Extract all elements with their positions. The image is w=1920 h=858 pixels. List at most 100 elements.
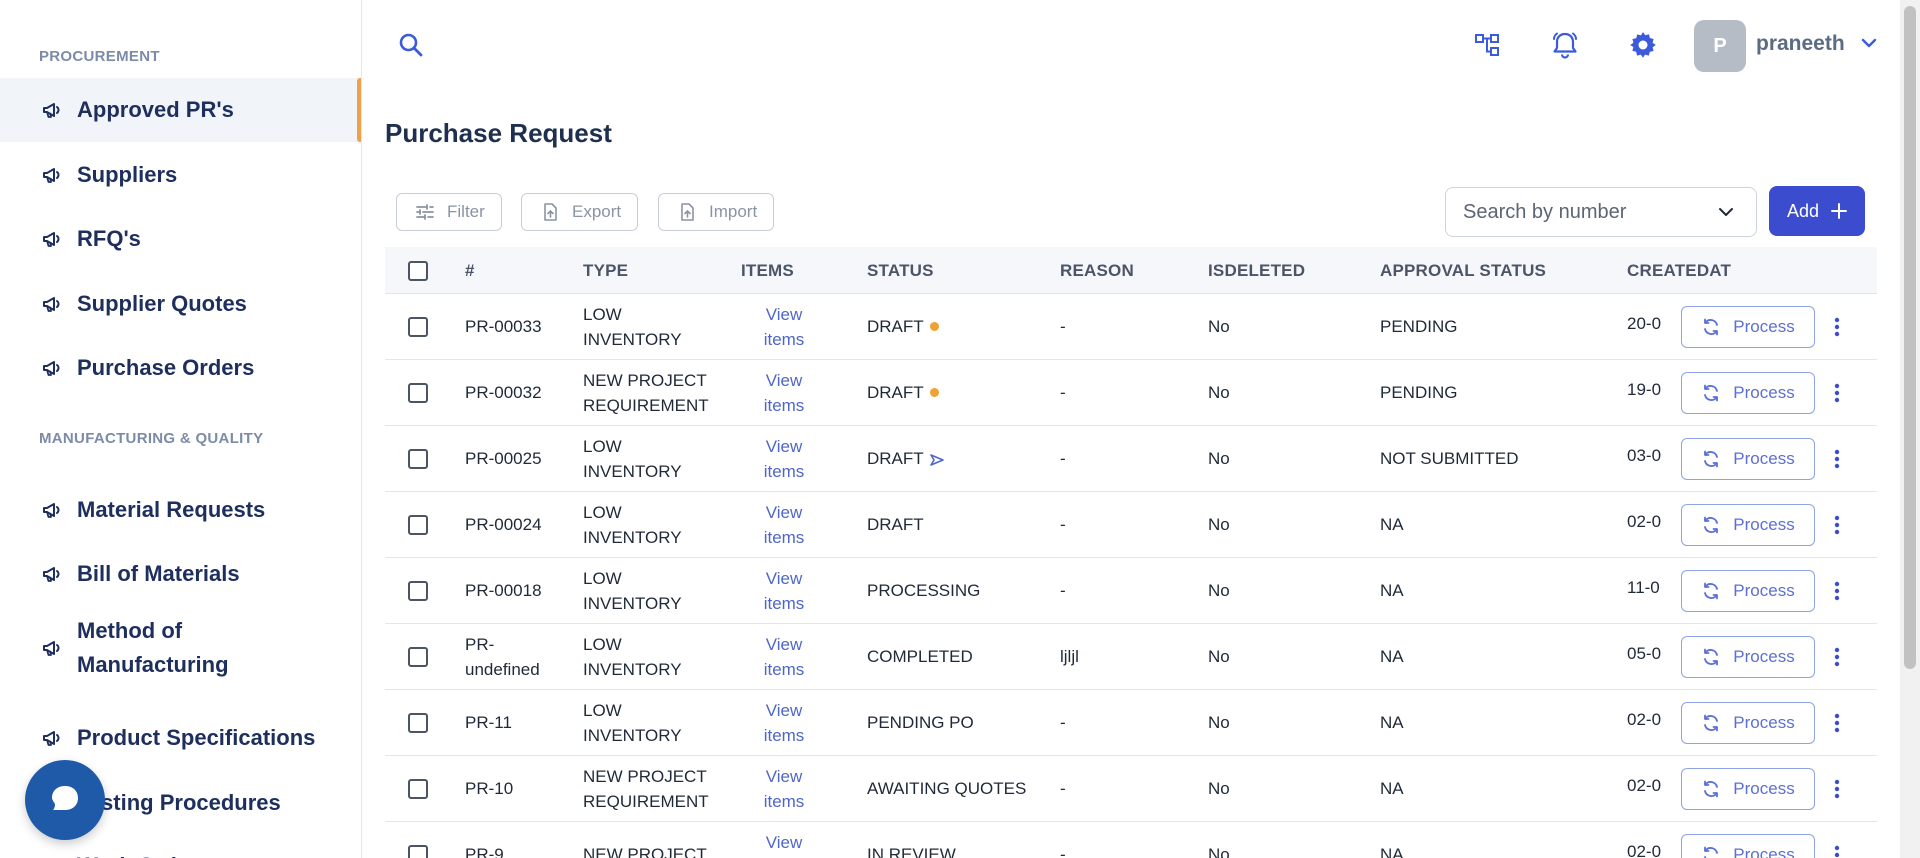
scrollbar-thumb[interactable] bbox=[1904, 6, 1916, 669]
view-items-link[interactable]: View items bbox=[744, 566, 824, 616]
kebab-icon[interactable] bbox=[1829, 381, 1845, 405]
view-items-link[interactable]: View items bbox=[744, 434, 824, 484]
view-items-link[interactable]: View items bbox=[744, 632, 824, 682]
row-number[interactable]: PR-10 bbox=[465, 776, 513, 801]
add-button[interactable]: Add bbox=[1769, 186, 1865, 236]
gear-icon[interactable] bbox=[1628, 30, 1658, 60]
table-row[interactable]: PR-10 NEW PROJECT REQUIREMENT View items… bbox=[385, 756, 1877, 822]
row-checkbox[interactable] bbox=[408, 449, 428, 469]
search-icon[interactable] bbox=[398, 32, 424, 58]
row-number[interactable]: PR-00032 bbox=[465, 380, 542, 405]
header-status[interactable]: STATUS bbox=[867, 261, 934, 281]
header-number[interactable]: # bbox=[465, 261, 475, 281]
import-button[interactable]: Import bbox=[658, 193, 775, 231]
row-checkbox[interactable] bbox=[408, 515, 428, 535]
row-number[interactable]: PR-11 bbox=[465, 710, 512, 735]
table-row[interactable]: PR-00025 LOW INVENTORY View items DRAFT … bbox=[385, 426, 1877, 492]
kebab-icon[interactable] bbox=[1829, 777, 1845, 801]
view-items-link[interactable]: View items bbox=[744, 302, 824, 352]
process-button[interactable]: Process bbox=[1681, 636, 1815, 678]
filter-button[interactable]: Filter bbox=[396, 193, 502, 231]
process-button[interactable]: Process bbox=[1681, 504, 1815, 546]
row-type: LOW INVENTORY bbox=[583, 698, 682, 748]
header-createdat[interactable]: CREATEDAT bbox=[1627, 261, 1731, 281]
view-items-link[interactable]: View items bbox=[744, 830, 824, 858]
row-checkbox[interactable] bbox=[408, 647, 428, 667]
sidebar-item-method-of-manufacturing[interactable]: Method of Manufacturing bbox=[0, 604, 361, 692]
header-isdeleted[interactable]: ISDELETED bbox=[1208, 261, 1305, 281]
sidebar-item-purchase-orders[interactable]: Purchase Orders bbox=[0, 336, 361, 400]
process-button[interactable]: Process bbox=[1681, 834, 1815, 858]
view-items-link[interactable]: View items bbox=[744, 368, 824, 418]
sidebar: PROCUREMENT Approved PR's Suppliers RFQ's S… bbox=[0, 0, 362, 858]
export-button[interactable]: Export bbox=[521, 193, 639, 231]
select-all-checkbox[interactable] bbox=[408, 261, 428, 281]
kebab-icon[interactable] bbox=[1829, 843, 1845, 858]
header-reason[interactable]: REASON bbox=[1060, 261, 1134, 281]
search-by-number-select[interactable]: Search by number bbox=[1445, 187, 1757, 237]
sidebar-item-approved-prs[interactable]: Approved PR's bbox=[0, 78, 361, 142]
table-row[interactable]: PR-00024 LOW INVENTORY View items DRAFT … bbox=[385, 492, 1877, 558]
process-button[interactable]: Process bbox=[1681, 438, 1815, 480]
view-items-link[interactable]: View items bbox=[744, 698, 824, 748]
process-button[interactable]: Process bbox=[1681, 570, 1815, 612]
sidebar-item-rfqs[interactable]: RFQ's bbox=[0, 207, 361, 271]
header-approval-status[interactable]: APPROVAL STATUS bbox=[1380, 261, 1546, 281]
sidebar-item-label: RFQ's bbox=[77, 226, 141, 251]
kebab-icon[interactable] bbox=[1829, 645, 1845, 669]
kebab-icon[interactable] bbox=[1829, 447, 1845, 471]
sidebar-item-suppliers[interactable]: Suppliers bbox=[0, 143, 361, 207]
row-number[interactable]: PR-00025 bbox=[465, 446, 542, 471]
table-row[interactable]: PR-9 NEW PROJECT View items IN REVIEW - … bbox=[385, 822, 1877, 858]
kebab-icon[interactable] bbox=[1829, 513, 1845, 537]
kebab-icon[interactable] bbox=[1829, 579, 1845, 603]
sidebar-item-supplier-quotes[interactable]: Supplier Quotes bbox=[0, 272, 361, 336]
process-button[interactable]: Process bbox=[1681, 768, 1815, 810]
chevron-down-icon bbox=[1719, 208, 1733, 216]
row-checkbox[interactable] bbox=[408, 581, 428, 601]
row-number[interactable]: PR-00033 bbox=[465, 314, 542, 339]
row-type-line1: NEW PROJECT bbox=[583, 371, 707, 390]
process-button[interactable]: Process bbox=[1681, 372, 1815, 414]
row-number[interactable]: PR-00018 bbox=[465, 578, 542, 603]
table-row[interactable]: PR-00033 LOW INVENTORY View items DRAFT … bbox=[385, 294, 1877, 360]
status-dot-icon bbox=[929, 322, 939, 332]
row-number[interactable]: PR- undefined bbox=[465, 632, 540, 682]
table-row[interactable]: PR-00032 NEW PROJECT REQUIREMENT View it… bbox=[385, 360, 1877, 426]
add-label: Add bbox=[1786, 200, 1820, 221]
hierarchy-icon[interactable] bbox=[1472, 30, 1502, 60]
row-checkbox[interactable] bbox=[408, 317, 428, 337]
avatar[interactable]: P bbox=[1694, 20, 1746, 72]
page-scrollbar[interactable] bbox=[1900, 0, 1920, 858]
filter-label: Filter bbox=[447, 202, 485, 221]
megaphone-icon bbox=[41, 163, 65, 187]
sidebar-item-label-line1: Method of bbox=[77, 618, 183, 643]
row-checkbox[interactable] bbox=[408, 845, 428, 858]
row-checkbox[interactable] bbox=[408, 779, 428, 799]
view-items-line1: View bbox=[765, 437, 803, 456]
row-number[interactable]: PR-00024 bbox=[465, 512, 542, 537]
kebab-icon[interactable] bbox=[1829, 711, 1845, 735]
row-checkbox[interactable] bbox=[408, 713, 428, 733]
table-row[interactable]: PR-00018 LOW INVENTORY View items PROCES… bbox=[385, 558, 1877, 624]
username[interactable]: praneeth bbox=[1756, 32, 1845, 56]
chevron-down-icon[interactable] bbox=[1860, 34, 1878, 52]
view-items-line2: items bbox=[763, 792, 805, 811]
kebab-icon[interactable] bbox=[1829, 315, 1845, 339]
status-text: DRAFT bbox=[867, 383, 924, 402]
table-row[interactable]: PR-11 LOW INVENTORY View items PENDING P… bbox=[385, 690, 1877, 756]
process-label: Process bbox=[1733, 383, 1795, 402]
row-checkbox[interactable] bbox=[408, 383, 428, 403]
chat-launcher-button[interactable] bbox=[25, 760, 105, 840]
bell-icon[interactable] bbox=[1550, 30, 1580, 60]
sidebar-item-material-requests[interactable]: Material Requests bbox=[0, 478, 361, 542]
header-type[interactable]: TYPE bbox=[583, 261, 628, 281]
process-button[interactable]: Process bbox=[1681, 702, 1815, 744]
table-row[interactable]: PR- undefined LOW INVENTORY View items C… bbox=[385, 624, 1877, 690]
view-items-link[interactable]: View items bbox=[744, 764, 824, 814]
process-button[interactable]: Process bbox=[1681, 306, 1815, 348]
view-items-link[interactable]: View items bbox=[744, 500, 824, 550]
header-items[interactable]: ITEMS bbox=[741, 261, 794, 281]
sidebar-item-bill-of-materials[interactable]: Bill of Materials bbox=[0, 542, 361, 606]
row-number[interactable]: PR-9 bbox=[465, 842, 504, 858]
